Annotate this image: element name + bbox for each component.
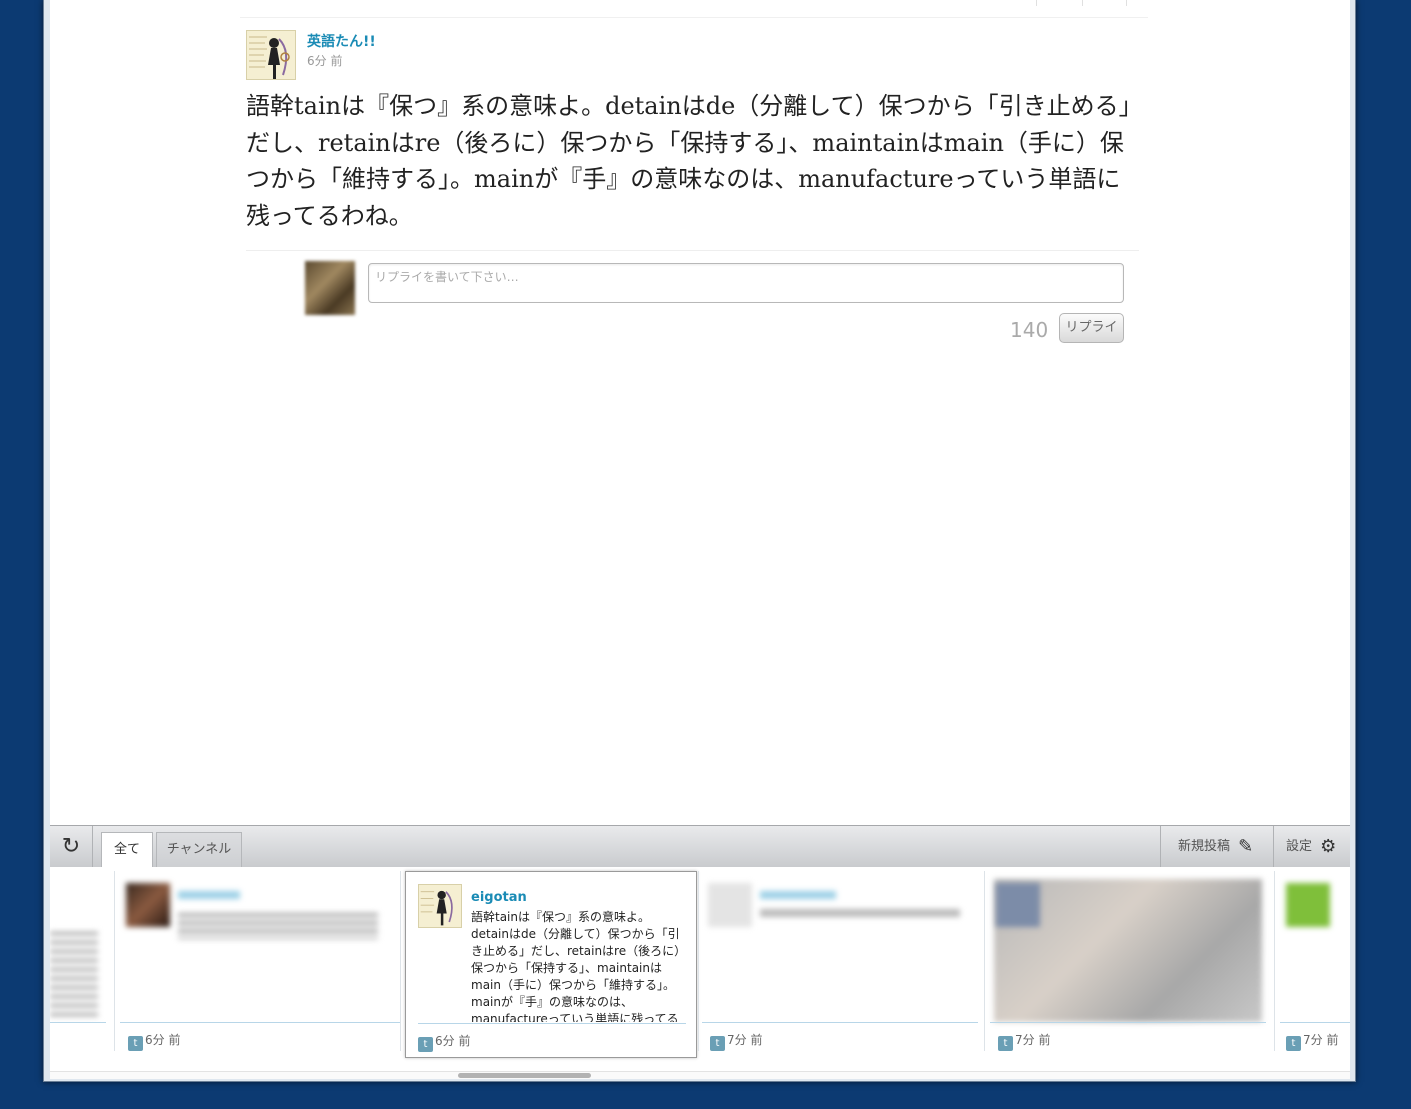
blurred-name bbox=[178, 891, 240, 899]
card-text: 語幹tainは『保つ』系の意味よ。detainはde（分離して）保つから「引き止… bbox=[471, 910, 681, 1022]
card-divider bbox=[418, 1023, 686, 1024]
new-post-button[interactable]: 新規投稿 ✎ bbox=[1160, 826, 1273, 867]
card-time: 7分 前 bbox=[727, 1033, 763, 1047]
timeline-card[interactable]: t 7分 前 bbox=[990, 871, 1266, 1058]
tab-all[interactable]: 全て bbox=[101, 832, 153, 868]
card-divider bbox=[1280, 1022, 1350, 1023]
card-divider bbox=[50, 1022, 106, 1023]
timeline-card[interactable]: t 7分 前 bbox=[702, 871, 978, 1058]
card-time: 6分 前 bbox=[145, 1033, 181, 1047]
divider bbox=[246, 250, 1139, 251]
timeline-card[interactable]: t 7分 前 bbox=[1280, 871, 1350, 1058]
avatar bbox=[996, 883, 1040, 927]
new-post-label: 新規投稿 bbox=[1178, 839, 1231, 854]
avatar bbox=[1286, 883, 1330, 927]
avatar bbox=[708, 883, 752, 927]
tab-channel[interactable]: チャンネル bbox=[156, 832, 242, 868]
timeline-card[interactable] bbox=[50, 871, 106, 1058]
post-time[interactable]: 6分 前 bbox=[307, 52, 342, 69]
card-separator bbox=[1274, 871, 1275, 1051]
card-footer: t 7分 前 bbox=[998, 1031, 1050, 1051]
blurred-text bbox=[760, 909, 960, 917]
scrollbar-thumb[interactable] bbox=[458, 1073, 591, 1078]
card-footer: t 6分 前 bbox=[418, 1032, 470, 1052]
timeline-card[interactable]: t 6分 前 bbox=[120, 871, 400, 1058]
tweet-text: 語幹tainは『保つ』系の意味よ。detainはde（分離して）保つから「引き止… bbox=[246, 92, 1131, 230]
card-separator bbox=[698, 871, 699, 1051]
refresh-icon[interactable]: ↻ bbox=[50, 826, 93, 867]
timeline-card-selected[interactable]: eigotan 語幹tainは『保つ』系の意味よ。detainはde（分離して）… bbox=[405, 871, 697, 1058]
card-footer: t 6分 前 bbox=[128, 1031, 180, 1051]
twitter-icon: t bbox=[998, 1036, 1013, 1051]
twitter-icon: t bbox=[128, 1036, 143, 1051]
card-divider bbox=[120, 1022, 400, 1023]
settings-button[interactable]: 設定 ⚙ bbox=[1273, 826, 1350, 867]
card-separator bbox=[114, 871, 115, 1051]
twitter-icon: t bbox=[1286, 1036, 1301, 1051]
blurred-content bbox=[50, 926, 98, 1021]
blurred-text bbox=[178, 909, 378, 939]
gear-icon: ⚙ bbox=[1320, 836, 1337, 857]
card-footer: t 7分 前 bbox=[1286, 1031, 1338, 1051]
avatar[interactable] bbox=[418, 884, 462, 928]
reply-input[interactable]: リプライを書いて下さい… bbox=[368, 263, 1124, 303]
tweet-detail-pane: 英語たん!! 6分 前 語幹tainは『保つ』系の意味よ。detainはde（分… bbox=[50, 0, 1350, 825]
card-separator bbox=[984, 871, 985, 1051]
reply-button[interactable]: リプライ bbox=[1059, 313, 1124, 343]
card-author[interactable]: eigotan bbox=[471, 890, 527, 905]
char-counter: 140 bbox=[1010, 318, 1049, 342]
settings-label: 設定 bbox=[1286, 839, 1313, 854]
card-time: 7分 前 bbox=[1303, 1033, 1339, 1047]
top-toolbar-strip bbox=[240, 0, 1148, 18]
card-separator bbox=[400, 871, 401, 1051]
compose-icon: ✎ bbox=[1238, 836, 1254, 857]
avatar bbox=[126, 883, 170, 927]
twitter-icon: t bbox=[710, 1036, 725, 1051]
card-footer: t 7分 前 bbox=[710, 1031, 762, 1051]
app-window: 英語たん!! 6分 前 語幹tainは『保つ』系の意味よ。detainはde（分… bbox=[43, 0, 1356, 1082]
author-avatar[interactable] bbox=[246, 30, 296, 80]
bottom-toolbar: ↻ 全て チャンネル 新規投稿 ✎ 設定 ⚙ bbox=[50, 825, 1350, 868]
author-name[interactable]: 英語たん!! bbox=[307, 31, 376, 51]
my-avatar bbox=[305, 261, 355, 315]
timeline-strip: t 6分 前 eigotan 語幹tainは『保つ』系の意味よ。detainはd… bbox=[50, 867, 1350, 1071]
card-divider bbox=[702, 1022, 978, 1023]
card-time: 6分 前 bbox=[435, 1034, 471, 1048]
card-time: 7分 前 bbox=[1015, 1033, 1051, 1047]
blurred-name bbox=[760, 891, 836, 899]
horizontal-scrollbar[interactable] bbox=[50, 1071, 1350, 1079]
twitter-icon: t bbox=[418, 1037, 433, 1052]
card-divider bbox=[990, 1022, 1266, 1023]
